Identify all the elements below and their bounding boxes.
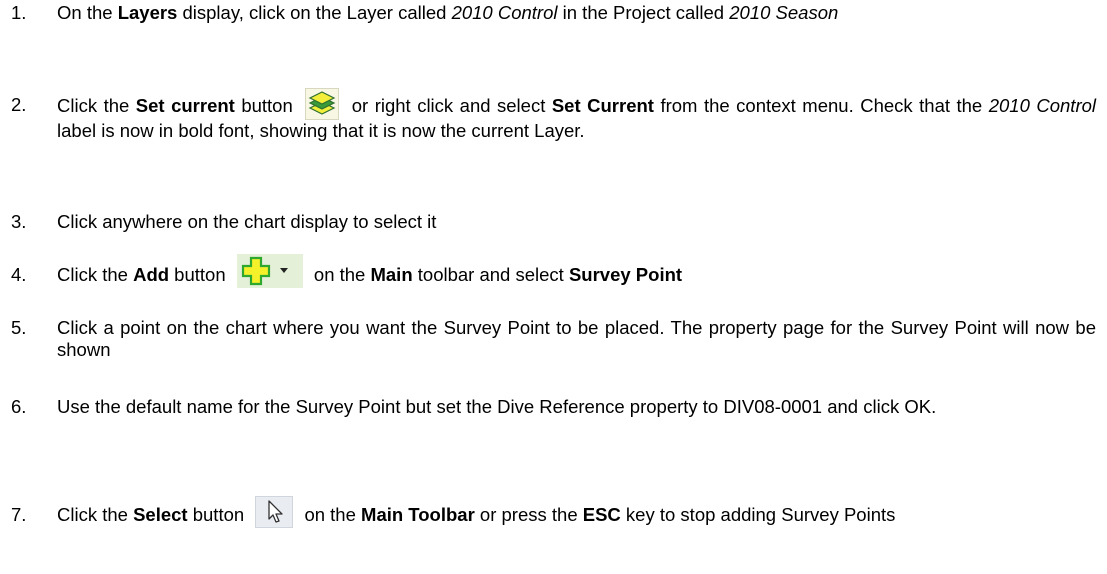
step-number: 2. <box>11 94 27 115</box>
set-current-layers-icon <box>305 88 340 120</box>
step-1: 1. On the Layers display, click on the L… <box>0 2 1096 24</box>
layer-name: 2010 Control <box>988 94 1097 116</box>
step-number: 7. <box>11 504 27 525</box>
ui-term-esc: ESC <box>582 504 621 525</box>
step-6: 6. Use the default name for the Survey P… <box>0 396 1096 418</box>
ui-term-select: Select <box>133 504 188 525</box>
step-text: Click anywhere on the chart display to s… <box>57 211 437 232</box>
step-number: 3. <box>11 211 27 232</box>
instruction-document: 1. On the Layers display, click on the L… <box>0 0 1107 574</box>
step-text: Click the Set current button or right cl… <box>57 88 1097 142</box>
step-4: 4. Click the Add button on the Main tool… <box>0 254 1096 289</box>
ui-term-survey-point: Survey Point <box>568 264 683 285</box>
step-text: Click a point on the chart where you wan… <box>57 317 1096 360</box>
step-number: 5. <box>11 317 27 338</box>
step-number: 1. <box>11 2 27 23</box>
step-2: 2. Click the Set current button or right… <box>0 88 1097 142</box>
ui-term-layers: Layers <box>117 2 178 23</box>
step-5: 5. Click a point on the chart where you … <box>0 317 1096 361</box>
step-number: 4. <box>11 264 27 285</box>
step-text: On the Layers display, click on the Laye… <box>57 2 839 23</box>
step-3: 3. Click anywhere on the chart display t… <box>0 211 1096 233</box>
ui-term-add: Add <box>133 264 170 285</box>
add-plus-dropdown-icon <box>236 254 303 289</box>
select-arrow-icon <box>255 496 294 529</box>
step-text: Use the default name for the Survey Poin… <box>57 396 937 417</box>
step-text: Click the Add button on the Main toolbar… <box>57 254 1096 289</box>
project-name: 2010 Season <box>729 2 839 23</box>
ui-term-set-current-menu: Set Current <box>551 94 654 116</box>
ui-term-main: Main <box>370 264 413 285</box>
ui-term-main-toolbar: Main Toolbar <box>361 504 475 525</box>
step-number: 6. <box>11 396 27 417</box>
step-text: Click the Select button on the Main Tool… <box>57 496 1096 529</box>
layer-name: 2010 Control <box>451 2 558 23</box>
step-7: 7. Click the Select button on the Main T… <box>0 496 1096 529</box>
ui-term-set-current: Set current <box>135 94 235 116</box>
